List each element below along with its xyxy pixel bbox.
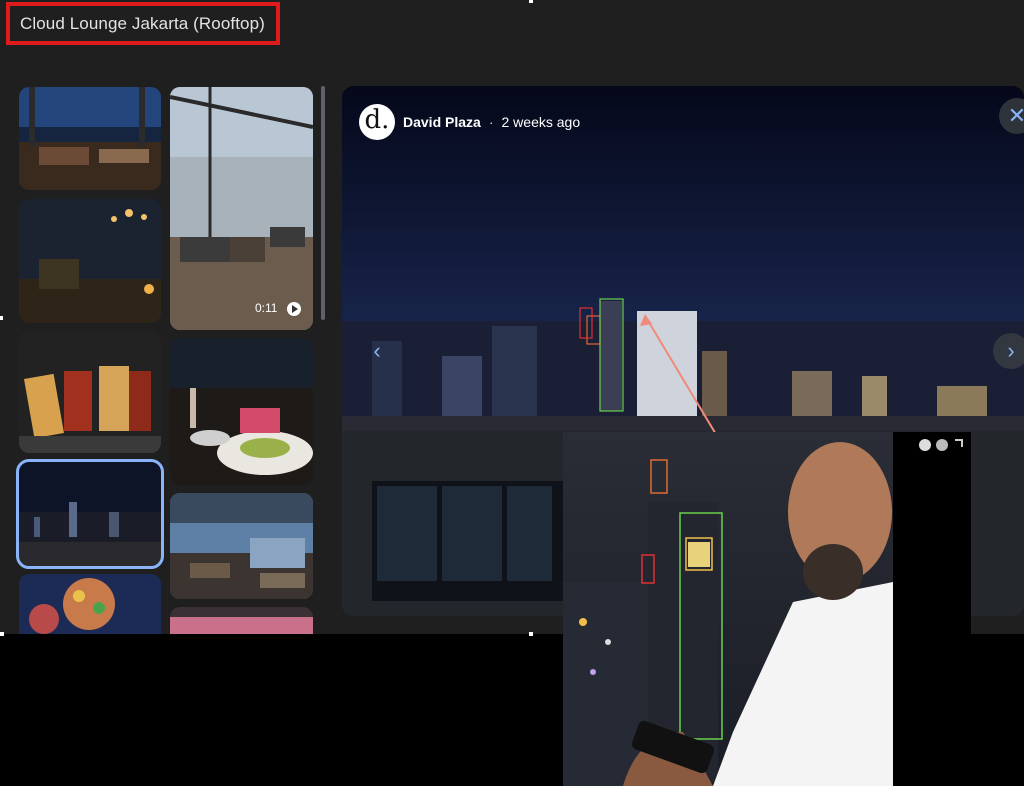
maps-photo-viewer: Cloud Lounge Jakarta (Rooftop) 0:11 d. D… [0, 0, 1024, 786]
photo-thumbnail[interactable] [19, 574, 161, 634]
video-thumbnail[interactable]: 0:11 [170, 87, 313, 330]
previous-photo-button[interactable]: ‹ [359, 333, 395, 369]
video-duration: 0:11 [255, 301, 278, 315]
photo-thumbnail[interactable] [19, 331, 161, 453]
play-icon [287, 302, 301, 316]
page-title: Cloud Lounge Jakarta (Rooftop) [20, 14, 265, 33]
chevron-right-icon: › [1007, 338, 1015, 363]
close-icon: ✕ [1007, 103, 1024, 128]
gallery-scrollbar[interactable] [321, 86, 325, 320]
resize-handle-bottom-left[interactable] [0, 632, 4, 636]
author-name[interactable]: David Plaza [403, 114, 481, 130]
resize-handle-bottom[interactable] [529, 632, 533, 636]
photo-thumbnail-selected[interactable] [16, 459, 164, 569]
expand-icon[interactable] [955, 439, 963, 447]
photo-thumbnail[interactable] [19, 87, 161, 190]
resize-handle-left[interactable] [0, 316, 3, 320]
circle-icon[interactable] [936, 439, 948, 451]
post-time: 2 weeks ago [501, 114, 581, 130]
zoomed-photo-overlay[interactable] [563, 432, 893, 786]
photo-thumbnail[interactable] [170, 493, 313, 599]
post-header: d. David Plaza · 2 weeks ago [359, 104, 580, 140]
photo-thumbnail[interactable] [19, 199, 161, 323]
resize-handle-top[interactable] [529, 0, 533, 3]
separator-dot: · [488, 114, 494, 130]
overlay-controls [893, 432, 971, 634]
chevron-left-icon: ‹ [373, 338, 381, 363]
photo-thumbnail[interactable] [170, 607, 313, 634]
zoom-icon[interactable] [919, 439, 931, 451]
next-photo-button[interactable]: › [993, 333, 1024, 369]
author-avatar[interactable]: d. [359, 104, 395, 140]
photo-thumbnail[interactable] [170, 338, 313, 485]
